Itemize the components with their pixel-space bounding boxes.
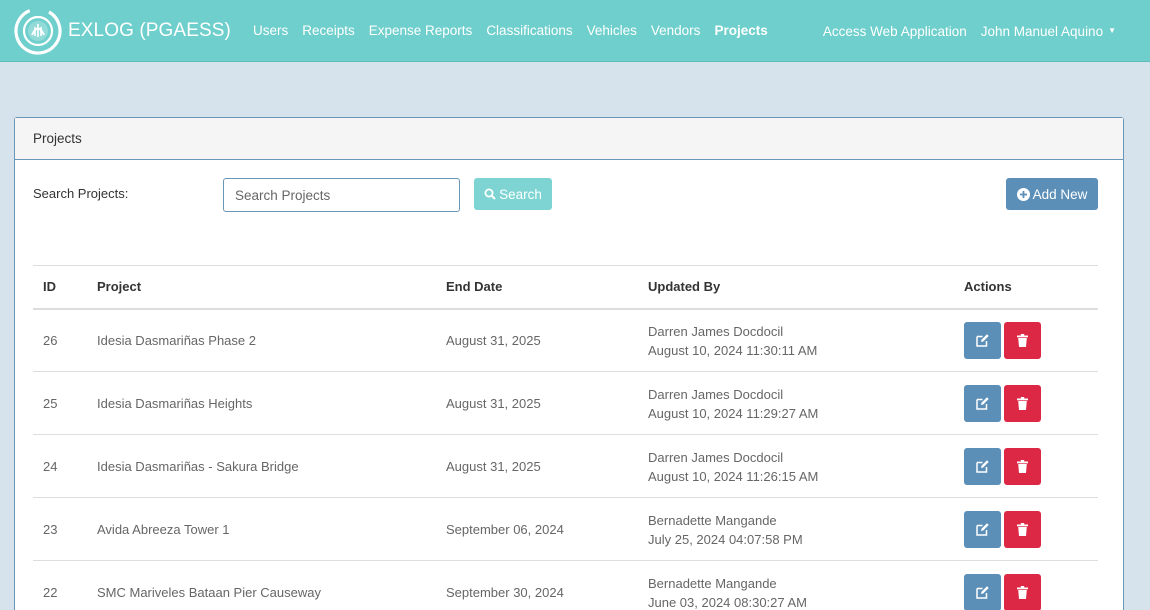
column-header-updated-by[interactable]: Updated By xyxy=(638,265,954,310)
column-header-end-date[interactable]: End Date xyxy=(436,265,638,310)
projects-table: ID Project End Date Updated By Actions 2… xyxy=(33,265,1098,610)
nav-item-classifications[interactable]: Classifications xyxy=(486,23,572,38)
trash-icon xyxy=(1017,396,1028,410)
plus-circle-icon xyxy=(1016,187,1030,201)
search-input[interactable] xyxy=(223,178,460,212)
updated-by-name: Bernadette Mangande xyxy=(648,576,777,591)
search-button[interactable]: Search xyxy=(474,178,552,210)
projects-table-wrap: ID Project End Date Updated By Actions 2… xyxy=(33,265,1098,610)
cell-actions xyxy=(954,371,1098,435)
edit-button[interactable] xyxy=(964,384,1001,422)
nav-item-vehicles[interactable]: Vehicles xyxy=(587,23,637,38)
table-header-row: ID Project End Date Updated By Actions xyxy=(33,265,1098,310)
cell-id: 23 xyxy=(33,497,87,561)
cell-actions xyxy=(954,560,1098,610)
cell-updated-by: Bernadette Mangande July 25, 2024 04:07:5… xyxy=(638,497,954,561)
cell-id: 25 xyxy=(33,371,87,435)
updated-by-name: Darren James Docdocil xyxy=(648,324,784,340)
cell-actions xyxy=(954,434,1098,498)
trash-icon xyxy=(1017,459,1028,473)
cell-end-date: August 31, 2025 xyxy=(436,308,638,372)
updated-by-name: Darren James Docdocil xyxy=(648,450,784,465)
updated-at: July 25, 2024 04:07:58 PM xyxy=(648,532,803,547)
cell-project: Avida Abreeza Tower 1 xyxy=(87,497,436,561)
table-row: 25 Idesia Dasmariñas Heights August 31, … xyxy=(33,371,1098,435)
cell-updated-by: Darren James Docdocil August 10, 2024 11:… xyxy=(638,308,954,372)
nav-item-vendors[interactable]: Vendors xyxy=(651,23,701,38)
delete-button[interactable] xyxy=(1004,447,1041,485)
cell-end-date: August 31, 2025 xyxy=(436,371,638,435)
cell-id: 24 xyxy=(33,434,87,498)
cell-actions xyxy=(954,308,1098,372)
trash-icon xyxy=(1017,522,1028,536)
main-nav: Users Receipts Expense Reports Classific… xyxy=(253,0,782,62)
cell-updated-by: Bernadette Mangande June 03, 2024 08:30:2… xyxy=(638,560,954,610)
brand[interactable]: EXLOG (PGAESS) xyxy=(13,0,231,62)
brand-name: EXLOG (PGAESS) xyxy=(68,19,231,41)
edit-icon xyxy=(976,396,989,410)
user-name: John Manuel Aquino xyxy=(980,23,1104,39)
trash-icon xyxy=(1017,333,1028,347)
delete-button[interactable] xyxy=(1004,321,1041,359)
updated-at: August 10, 2024 11:29:27 AM xyxy=(648,406,819,421)
updated-at: August 10, 2024 11:26:15 AM xyxy=(648,469,819,484)
updated-by-name: Darren James Docdocil xyxy=(648,387,784,402)
nav-right: Access Web Application John Manuel Aquin… xyxy=(809,0,1116,62)
caret-down-icon: ▼ xyxy=(1108,26,1116,36)
cell-end-date: August 31, 2025 xyxy=(436,434,638,498)
table-row: 22 SMC Mariveles Bataan Pier Causeway Se… xyxy=(33,560,1098,610)
logo-icon xyxy=(14,6,62,55)
cell-project: SMC Mariveles Bataan Pier Causeway xyxy=(87,560,436,610)
search-icon xyxy=(484,188,496,200)
cell-project: Idesia Dasmariñas Heights xyxy=(87,371,436,435)
edit-icon xyxy=(976,459,989,473)
search-button-label: Search xyxy=(499,186,542,202)
cell-id: 22 xyxy=(33,560,87,610)
nav-item-receipts[interactable]: Receipts xyxy=(302,23,355,38)
panel-title: Projects xyxy=(15,118,1123,160)
top-navbar: EXLOG (PGAESS) Users Receipts Expense Re… xyxy=(0,0,1150,62)
trash-icon xyxy=(1017,585,1028,599)
table-row: 23 Avida Abreeza Tower 1 September 06, 2… xyxy=(33,497,1098,561)
edit-icon xyxy=(976,334,989,347)
add-new-button-label: Add New xyxy=(1032,186,1088,202)
column-header-project[interactable]: Project xyxy=(87,265,436,310)
cell-updated-by: Darren James Docdocil August 10, 2024 11:… xyxy=(638,434,954,498)
edit-button[interactable] xyxy=(964,510,1001,548)
user-menu[interactable]: John Manuel Aquino ▼ xyxy=(981,24,1116,39)
column-header-id[interactable]: ID xyxy=(33,265,87,310)
cell-id: 26 xyxy=(33,308,87,372)
cell-project: Idesia Dasmariñas - Sakura Bridge xyxy=(87,434,436,498)
projects-panel: Projects Search Projects: Search Add New xyxy=(14,117,1124,610)
updated-by-name: Bernadette Mangande xyxy=(648,513,777,528)
delete-button[interactable] xyxy=(1004,384,1041,422)
access-web-app-link[interactable]: Access Web Application xyxy=(823,24,967,39)
nav-item-expense-reports[interactable]: Expense Reports xyxy=(369,23,473,38)
edit-icon xyxy=(976,522,989,536)
nav-item-users[interactable]: Users xyxy=(253,23,288,38)
delete-button[interactable] xyxy=(1004,573,1041,610)
edit-button[interactable] xyxy=(964,447,1001,485)
edit-button[interactable] xyxy=(964,321,1001,359)
add-new-button[interactable]: Add New xyxy=(1006,178,1098,210)
cell-end-date: September 30, 2024 xyxy=(436,560,638,610)
table-row: 24 Idesia Dasmariñas - Sakura Bridge Aug… xyxy=(33,434,1098,498)
cell-project: Idesia Dasmariñas Phase 2 xyxy=(87,308,436,372)
delete-button[interactable] xyxy=(1004,510,1041,548)
nav-item-projects[interactable]: Projects xyxy=(714,23,767,38)
cell-actions xyxy=(954,497,1098,561)
cell-end-date: September 06, 2024 xyxy=(436,497,638,561)
edit-button[interactable] xyxy=(964,573,1001,610)
table-row: 26 Idesia Dasmariñas Phase 2 August 31, … xyxy=(33,308,1098,372)
updated-at: June 03, 2024 08:30:27 AM xyxy=(648,595,808,610)
updated-at: August 10, 2024 11:30:11 AM xyxy=(648,343,818,359)
edit-icon xyxy=(976,585,989,599)
search-label: Search Projects: xyxy=(33,186,129,201)
column-header-actions: Actions xyxy=(954,265,1098,310)
cell-updated-by: Darren James Docdocil August 10, 2024 11:… xyxy=(638,371,954,435)
